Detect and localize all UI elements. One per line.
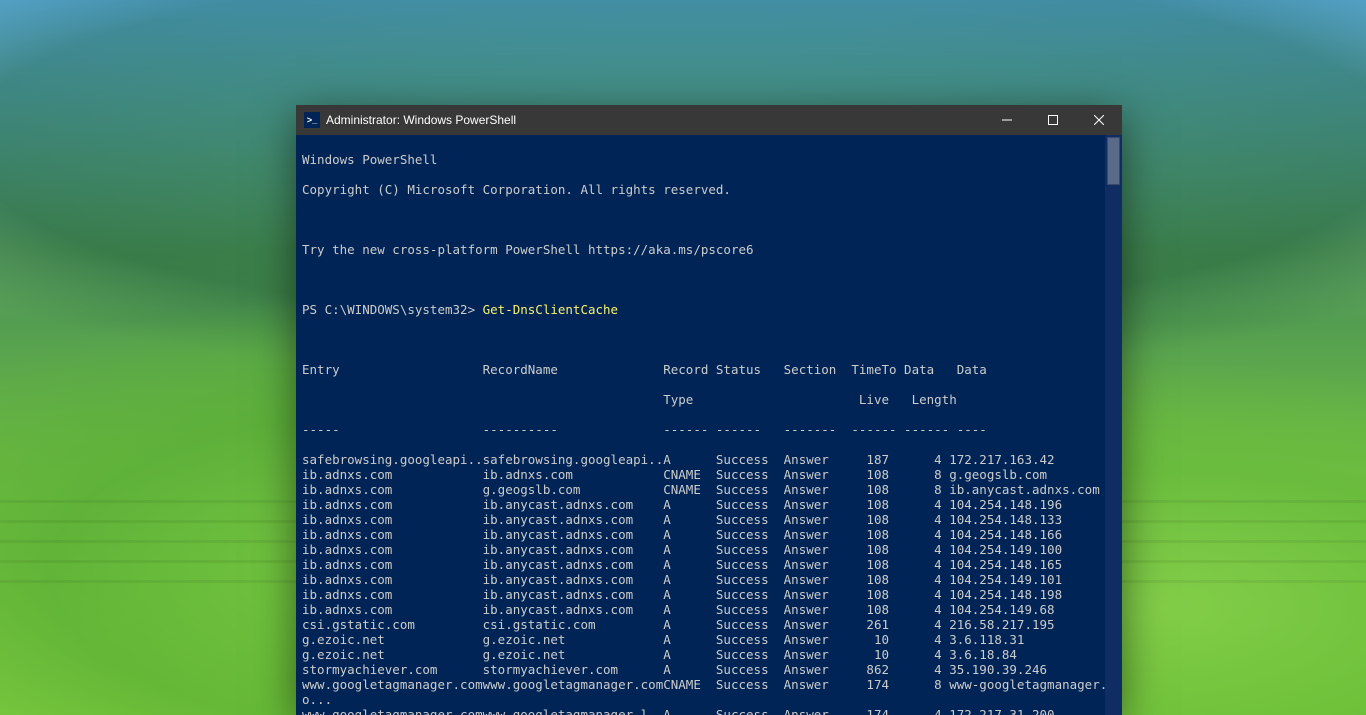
console-prompt-line: PS C:\WINDOWS\system32> Get-DnsClientCac… [302,302,1105,317]
vertical-scrollbar[interactable] [1105,135,1122,715]
maximize-button[interactable] [1030,105,1076,135]
table-header-1: Entry RecordName Record Status Section T… [302,362,1105,377]
minimize-button[interactable] [984,105,1030,135]
table-header-3: ----- ---------- ------ ------ ------- -… [302,422,1105,437]
console-blank [302,212,1105,227]
scroll-thumb[interactable] [1107,137,1120,185]
window-title: Administrator: Windows PowerShell [326,113,516,127]
console-tryline: Try the new cross-platform PowerShell ht… [302,242,1105,257]
console-command: Get-DnsClientCache [483,302,618,317]
desktop-background: >_ Administrator: Windows PowerShell Win… [0,0,1366,715]
console-blank [302,272,1105,287]
powershell-icon: >_ [304,112,320,128]
console-header1: Windows PowerShell [302,152,1105,167]
table-header-2: Type Live Length [302,392,1105,407]
console-blank [302,332,1105,347]
window-titlebar[interactable]: >_ Administrator: Windows PowerShell [296,105,1122,135]
table-rows: safebrowsing.googleapi..safebrowsing.goo… [302,452,1105,715]
console-header2: Copyright (C) Microsoft Corporation. All… [302,182,1105,197]
powershell-window: >_ Administrator: Windows PowerShell Win… [296,105,1122,715]
close-button[interactable] [1076,105,1122,135]
console-output[interactable]: Windows PowerShell Copyright (C) Microso… [296,135,1105,715]
